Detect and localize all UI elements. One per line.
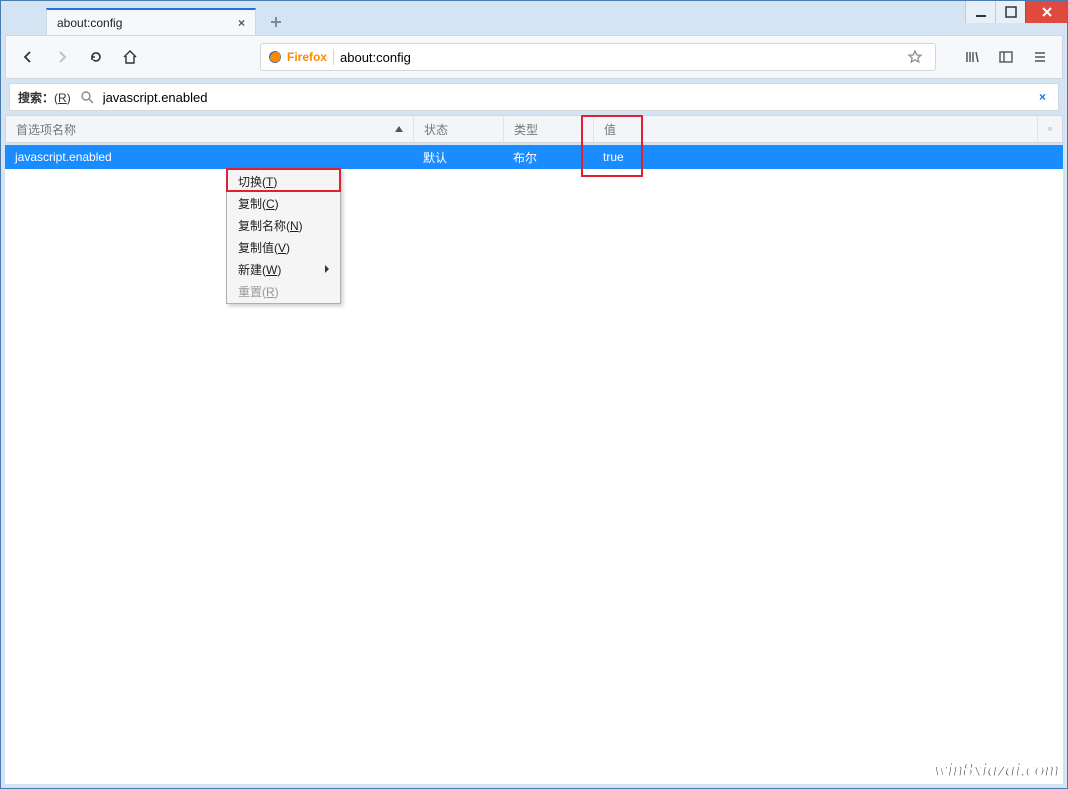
menu-button[interactable] [1026,43,1054,71]
column-header-name[interactable]: 首选项名称 [6,116,414,142]
star-icon [907,49,923,65]
context-reset: 重置(R) 重置(R) [228,280,339,302]
tab-title: about:config [57,16,122,30]
sidebar-icon [998,49,1014,65]
reload-icon [88,49,104,65]
column-picker-icon [1048,121,1052,137]
back-arrow-icon [20,49,36,65]
context-new[interactable]: 新建(W) 新建(W) [228,258,339,280]
firefox-icon [267,49,283,65]
toolbar-right-group [958,43,1054,71]
search-icon [79,89,95,105]
close-window-button[interactable] [1025,1,1067,23]
context-menu: 切换(T) 切换(T) 复制(C) 复制(C) 复制名称(N) 复制名称(N) … [226,168,341,304]
maximize-button[interactable] [995,1,1025,23]
browser-tab[interactable]: about:config × [46,8,256,36]
clear-search-button[interactable]: × [1035,90,1050,104]
library-icon [964,49,980,65]
submenu-arrow-icon [325,265,329,273]
bookmark-star-button[interactable] [907,49,929,65]
reload-button[interactable] [82,43,110,71]
site-identity[interactable]: Firefox [267,49,334,65]
context-copy-value[interactable]: 复制值(V) 复制值(V) [228,236,339,258]
column-header-value[interactable]: 值 [594,116,1038,142]
new-tab-button[interactable] [262,8,290,36]
pref-name-cell: javascript.enabled [5,150,413,164]
hamburger-icon [1032,49,1048,65]
preference-row[interactable]: javascript.enabled 默认 布尔 true [5,145,1063,169]
pref-status-cell: 默认 [413,149,503,166]
sidebar-button[interactable] [992,43,1020,71]
sort-ascending-icon [395,126,403,132]
plus-icon [268,14,284,30]
column-header-status[interactable]: 状态 [414,116,504,142]
context-copy[interactable]: 复制(C) 复制(C) [228,192,339,214]
close-icon [1039,4,1055,20]
maximize-icon [1003,4,1019,20]
preference-search-bar: 搜索：(R) × [9,83,1059,111]
context-copy-name[interactable]: 复制名称(N) 复制名称(N) [228,214,339,236]
search-label: 搜索：(R) [18,89,71,106]
url-input[interactable] [340,48,901,67]
pref-value-cell: true [593,150,1063,164]
column-picker-button[interactable] [1038,116,1062,142]
column-header-row: 首选项名称 状态 类型 值 [5,115,1063,143]
library-button[interactable] [958,43,986,71]
preferences-list[interactable]: javascript.enabled 默认 布尔 true [5,145,1063,784]
search-input[interactable] [103,90,1027,105]
window-controls [965,1,1067,23]
watermark: win8xiazai.com [934,759,1059,782]
address-bar[interactable]: Firefox [260,43,936,71]
column-header-type[interactable]: 类型 [504,116,594,142]
context-toggle[interactable]: 切换(T) 切换(T) [228,170,339,192]
tab-close-button[interactable]: × [238,16,245,30]
navigation-toolbar: Firefox [5,35,1063,79]
forward-arrow-icon [54,49,70,65]
tab-strip: about:config × [46,6,977,36]
identity-label: Firefox [287,50,327,64]
pref-type-cell: 布尔 [503,149,593,166]
home-button[interactable] [116,43,144,71]
forward-button[interactable] [48,43,76,71]
back-button[interactable] [14,43,42,71]
home-icon [122,49,138,65]
